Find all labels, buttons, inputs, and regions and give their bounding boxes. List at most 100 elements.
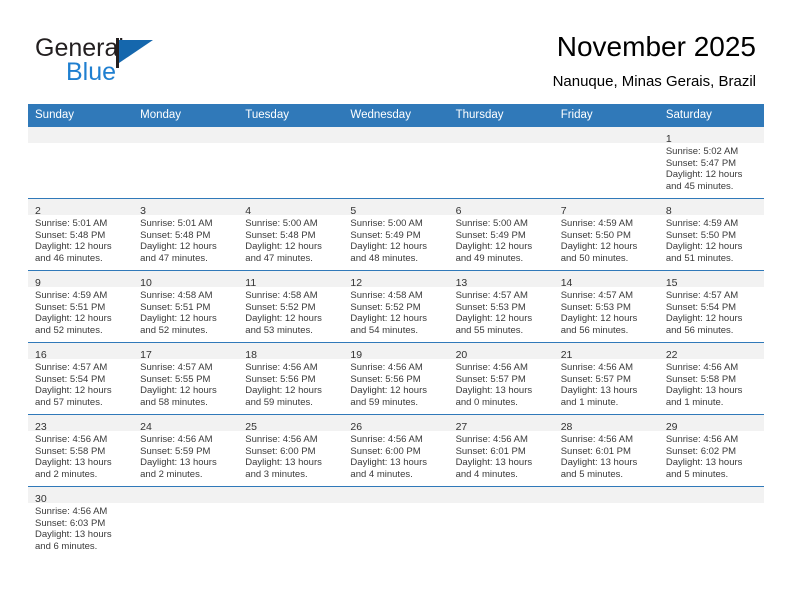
daylight-duration-line2: and 53 minutes. [245, 325, 313, 337]
sunset-time: Sunset: 5:56 PM [245, 373, 316, 385]
general-blue-logo[interactable]: General Blue [35, 34, 215, 90]
day-number: 15 [665, 277, 678, 289]
calendar-day-cell[interactable]: 6 Sunrise: 5:00 AM Sunset: 5:49 PM Daylight… [448, 198, 554, 271]
calendar-day-cell[interactable] [133, 486, 239, 558]
day-cell-content: 30 Sunrise: 4:56 AM Sunset: 6:03 PM Dayligh… [28, 487, 134, 558]
calendar-day-cell[interactable] [448, 486, 554, 558]
sunset-time: Sunset: 5:55 PM [140, 373, 211, 385]
calendar-day-cell[interactable]: 4 Sunrise: 5:00 AM Sunset: 5:48 PM Daylight… [238, 198, 344, 271]
calendar-day-cell[interactable] [238, 126, 344, 199]
sunset-time: Sunset: 5:53 PM [560, 301, 631, 313]
calendar-day-cell[interactable]: 25 Sunrise: 4:56 AM Sunset: 6:00 PM Dayligh… [238, 414, 344, 487]
day-number-band: 21 [553, 343, 659, 361]
calendar-day-cell[interactable]: 28 Sunrise: 4:56 AM Sunset: 6:01 PM Dayligh… [553, 414, 659, 487]
calendar-day-cell[interactable]: 22 Sunrise: 4:56 AM Sunset: 5:58 PM Dayligh… [658, 342, 764, 415]
daylight-duration-line2: and 2 minutes. [35, 469, 98, 481]
sunrise-time: Sunrise: 4:58 AM [245, 290, 318, 301]
day-number-band: 9 [28, 271, 134, 289]
day-cell-content: 15 Sunrise: 4:57 AM Sunset: 5:54 PM Dayligh… [658, 271, 764, 342]
daylight-duration-line1: Daylight: 12 hours [245, 241, 322, 253]
calendar-day-cell[interactable]: 13 Sunrise: 4:57 AM Sunset: 5:53 PM Dayligh… [448, 270, 554, 343]
day-number-band: 16 [28, 343, 134, 361]
sunrise-time: Sunrise: 4:57 AM [560, 290, 634, 301]
calendar-day-cell[interactable]: 29 Sunrise: 4:56 AM Sunset: 6:02 PM Dayligh… [658, 414, 764, 487]
calendar-day-cell[interactable]: 11 Sunrise: 4:58 AM Sunset: 5:52 PM Dayligh… [238, 270, 344, 343]
page-title: November 2025 [556, 31, 756, 62]
day-number-band [658, 487, 764, 503]
sunset-time: Sunset: 5:50 PM [665, 229, 737, 241]
calendar-day-cell[interactable]: 17 Sunrise: 4:57 AM Sunset: 5:55 PM Dayligh… [133, 342, 239, 415]
day-number-band [133, 487, 239, 503]
sunset-time: Sunset: 5:48 PM [140, 229, 211, 241]
day-cell-content: 22 Sunrise: 4:56 AM Sunset: 5:58 PM Dayligh… [658, 343, 764, 414]
calendar-day-cell[interactable]: 30 Sunrise: 4:56 AM Sunset: 6:03 PM Dayligh… [28, 486, 134, 558]
calendar-day-cell[interactable] [553, 126, 659, 199]
day-cell-content: 25 Sunrise: 4:56 AM Sunset: 6:00 PM Dayligh… [238, 415, 344, 486]
calendar-day-cell[interactable]: 3 Sunrise: 5:01 AM Sunset: 5:48 PM Daylight… [133, 198, 239, 271]
day-number-band: 6 [448, 199, 554, 217]
calendar-day-cell[interactable]: 5 Sunrise: 5:00 AM Sunset: 5:49 PM Daylight… [343, 198, 449, 271]
daylight-duration-line1: Daylight: 12 hours [350, 385, 427, 397]
daylight-duration-line2: and 59 minutes. [245, 397, 313, 409]
calendar-day-cell[interactable]: 26 Sunrise: 4:56 AM Sunset: 6:00 PM Dayligh… [343, 414, 449, 487]
sunset-time: Sunset: 5:51 PM [140, 301, 211, 313]
daylight-duration-line2: and 52 minutes. [35, 325, 103, 337]
sunset-time: Sunset: 5:49 PM [350, 229, 421, 241]
day-cell-content [553, 127, 659, 198]
day-details: Sunrise: 4:57 AM Sunset: 5:54 PM Daylight:… [28, 359, 133, 409]
daylight-duration-line2: and 54 minutes. [350, 325, 419, 337]
calendar-day-cell[interactable]: 9 Sunrise: 4:59 AM Sunset: 5:51 PM Daylight… [28, 270, 134, 343]
day-details: Sunrise: 4:56 AM Sunset: 6:00 PM Daylight:… [238, 431, 343, 481]
calendar-day-cell[interactable]: 27 Sunrise: 4:56 AM Sunset: 6:01 PM Dayligh… [448, 414, 554, 487]
daylight-duration-line2: and 5 minutes. [665, 469, 729, 481]
calendar-day-cell[interactable]: 14 Sunrise: 4:57 AM Sunset: 5:53 PM Dayligh… [553, 270, 659, 343]
calendar-day-cell[interactable]: 7 Sunrise: 4:59 AM Sunset: 5:50 PM Daylight… [553, 198, 659, 271]
calendar-day-cell[interactable] [448, 126, 554, 199]
day-number-band: 22 [658, 343, 764, 361]
calendar-day-cell[interactable] [133, 126, 239, 199]
calendar-day-cell[interactable] [238, 486, 344, 558]
daylight-duration-line1: Daylight: 12 hours [665, 313, 743, 325]
calendar-day-cell[interactable] [28, 126, 134, 199]
weekday-header-tuesday: Tuesday [238, 104, 344, 127]
daylight-duration-line1: Daylight: 12 hours [455, 241, 533, 253]
sunrise-time: Sunrise: 4:57 AM [35, 362, 108, 373]
calendar-day-cell[interactable]: 2 Sunrise: 5:01 AM Sunset: 5:48 PM Daylight… [28, 198, 134, 271]
day-cell-content: 19 Sunrise: 4:56 AM Sunset: 5:56 PM Dayligh… [343, 343, 449, 414]
calendar-day-cell[interactable]: 18 Sunrise: 4:56 AM Sunset: 5:56 PM Dayligh… [238, 342, 344, 415]
day-details: Sunrise: 4:59 AM Sunset: 5:50 PM Daylight:… [659, 215, 764, 265]
daylight-duration-line2: and 3 minutes. [245, 469, 308, 481]
daylight-duration-line2: and 45 minutes. [665, 181, 734, 193]
sunset-time: Sunset: 5:56 PM [350, 373, 421, 385]
day-cell-content: 4 Sunrise: 5:00 AM Sunset: 5:48 PM Daylight… [238, 199, 344, 270]
day-details: Sunrise: 5:01 AM Sunset: 5:48 PM Daylight:… [28, 215, 133, 265]
day-details: Sunrise: 5:01 AM Sunset: 5:48 PM Daylight:… [133, 215, 238, 265]
calendar-day-cell[interactable] [553, 486, 659, 558]
calendar-day-cell[interactable]: 10 Sunrise: 4:58 AM Sunset: 5:51 PM Dayligh… [133, 270, 239, 343]
calendar-day-cell[interactable]: 15 Sunrise: 4:57 AM Sunset: 5:54 PM Dayligh… [658, 270, 764, 343]
day-cell-content: 21 Sunrise: 4:56 AM Sunset: 5:57 PM Dayligh… [553, 343, 659, 414]
day-details: Sunrise: 4:56 AM Sunset: 5:57 PM Daylight:… [449, 359, 554, 409]
day-cell-content: 5 Sunrise: 5:00 AM Sunset: 5:49 PM Daylight… [343, 199, 449, 270]
daylight-duration-line1: Daylight: 13 hours [35, 457, 112, 469]
calendar-day-cell[interactable]: 1 Sunrise: 5:02 AM Sunset: 5:47 PM Daylight… [658, 126, 764, 199]
calendar-day-cell[interactable]: 24 Sunrise: 4:56 AM Sunset: 5:59 PM Dayligh… [133, 414, 239, 487]
calendar-day-cell[interactable]: 23 Sunrise: 4:56 AM Sunset: 5:58 PM Dayligh… [28, 414, 134, 487]
calendar-day-cell[interactable]: 19 Sunrise: 4:56 AM Sunset: 5:56 PM Dayligh… [343, 342, 449, 415]
calendar-day-cell[interactable]: 16 Sunrise: 4:57 AM Sunset: 5:54 PM Dayligh… [28, 342, 134, 415]
calendar-day-cell[interactable]: 12 Sunrise: 4:58 AM Sunset: 5:52 PM Dayligh… [343, 270, 449, 343]
calendar-day-cell[interactable] [658, 486, 764, 558]
calendar-day-cell[interactable] [343, 486, 449, 558]
weekday-header-monday: Monday [133, 104, 239, 127]
calendar-day-cell[interactable]: 8 Sunrise: 4:59 AM Sunset: 5:50 PM Daylight… [658, 198, 764, 271]
daylight-duration-line1: Daylight: 12 hours [140, 313, 217, 325]
day-number: 8 [665, 205, 672, 217]
calendar-day-cell[interactable] [343, 126, 449, 199]
calendar-day-cell[interactable]: 21 Sunrise: 4:56 AM Sunset: 5:57 PM Dayligh… [553, 342, 659, 415]
calendar-day-cell[interactable]: 20 Sunrise: 4:56 AM Sunset: 5:57 PM Dayligh… [448, 342, 554, 415]
day-details: Sunrise: 4:56 AM Sunset: 5:56 PM Daylight:… [343, 359, 448, 409]
day-number: 30 [35, 493, 47, 505]
sunset-time: Sunset: 5:58 PM [665, 373, 737, 385]
sunset-time: Sunset: 6:02 PM [665, 445, 737, 457]
day-number-band [343, 127, 449, 143]
